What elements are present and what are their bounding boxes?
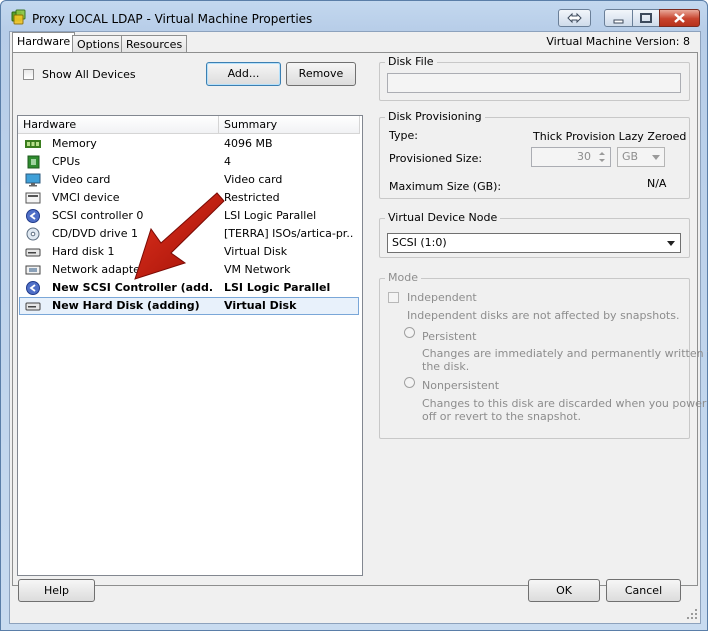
size-unit-value: GB bbox=[622, 150, 639, 163]
add-device-button[interactable]: Add... bbox=[206, 62, 281, 86]
nonpersistent-radio[interactable] bbox=[404, 377, 415, 388]
independent-description: Independent disks are not affected by sn… bbox=[407, 309, 680, 322]
cd-drive-icon bbox=[26, 227, 40, 241]
disk-file-path-field[interactable] bbox=[387, 73, 681, 93]
vsphere-app-icon bbox=[11, 9, 26, 25]
maximum-size-label: Maximum Size (GB): bbox=[389, 180, 502, 193]
hard-disk-icon bbox=[25, 302, 41, 311]
hardware-tab-panel: Show All Devices Add... Remove Hardware … bbox=[12, 52, 708, 586]
nonpersistent-label: Nonpersistent bbox=[422, 379, 500, 392]
ok-button[interactable]: OK bbox=[528, 579, 600, 602]
chevron-down-icon bbox=[652, 155, 660, 160]
show-all-devices-label: Show All Devices bbox=[42, 68, 136, 81]
tab-options[interactable]: Options bbox=[72, 35, 125, 53]
vmci-icon bbox=[25, 192, 41, 204]
column-header-hardware[interactable]: Hardware bbox=[18, 116, 219, 134]
help-button[interactable]: Help bbox=[18, 579, 95, 602]
remove-device-button[interactable]: Remove bbox=[286, 62, 356, 86]
disk-provisioning-title: Disk Provisioning bbox=[385, 110, 485, 123]
show-all-devices-checkbox[interactable] bbox=[23, 69, 34, 80]
double-arrow-icon bbox=[567, 12, 582, 24]
resize-grip-icon[interactable] bbox=[686, 608, 698, 620]
persistent-radio[interactable] bbox=[404, 327, 415, 338]
memory-icon bbox=[25, 140, 41, 148]
virtual-device-node-group: Virtual Device Node SCSI (1:0) bbox=[379, 211, 690, 258]
minimize-icon bbox=[613, 19, 624, 24]
persistent-description-line2: the disk. bbox=[422, 360, 470, 373]
maximize-button[interactable] bbox=[632, 9, 660, 27]
title-bar[interactable]: Proxy LOCAL LDAP - Virtual Machine Prope… bbox=[1, 1, 707, 31]
persistent-label: Persistent bbox=[422, 330, 477, 343]
vm-properties-window: Proxy LOCAL LDAP - Virtual Machine Prope… bbox=[0, 0, 708, 631]
disk-file-group: Disk File bbox=[379, 55, 690, 101]
window-switch-button[interactable] bbox=[558, 9, 591, 27]
device-row-cpus[interactable]: CPUs 4 bbox=[19, 153, 359, 171]
virtual-device-node-select[interactable]: SCSI (1:0) bbox=[387, 233, 681, 253]
provisioned-size-label: Provisioned Size: bbox=[389, 152, 483, 165]
persistent-description-line1: Changes are immediately and permanently … bbox=[422, 347, 708, 360]
tab-resources[interactable]: Resources bbox=[121, 35, 188, 53]
mode-title: Mode bbox=[385, 271, 421, 284]
nonpersistent-description-line2: off or revert to the snapshot. bbox=[422, 410, 581, 423]
chevron-down-icon bbox=[667, 241, 675, 246]
provision-type-label: Type: bbox=[389, 129, 418, 142]
virtual-device-node-value: SCSI (1:0) bbox=[392, 236, 447, 249]
maximize-icon bbox=[640, 13, 652, 23]
cpu-icon bbox=[27, 155, 40, 169]
cancel-button[interactable]: Cancel bbox=[606, 579, 681, 602]
column-header-summary[interactable]: Summary bbox=[219, 116, 360, 134]
device-row-new-hard-disk[interactable]: New Hard Disk (adding) Virtual Disk bbox=[19, 297, 359, 315]
monitor-icon bbox=[25, 173, 41, 187]
scsi-controller-icon bbox=[26, 209, 40, 223]
hardware-device-list[interactable]: Hardware Summary Memory 4096 MB CPUs 4 V… bbox=[17, 115, 363, 576]
maximum-size-value: N/A bbox=[647, 177, 667, 190]
annotation-arrow-icon bbox=[134, 192, 225, 280]
tab-hardware[interactable]: Hardware bbox=[12, 32, 76, 53]
device-row-video-card[interactable]: Video card Video card bbox=[19, 171, 359, 189]
dialog-client: Hardware Options Resources Virtual Machi… bbox=[9, 31, 708, 624]
nonpersistent-description-line1: Changes to this disk are discarded when … bbox=[422, 397, 707, 410]
size-unit-select[interactable]: GB bbox=[617, 147, 665, 167]
provisioned-size-spinner[interactable] bbox=[594, 148, 610, 166]
scsi-controller-icon bbox=[26, 281, 40, 295]
hard-disk-icon bbox=[25, 248, 41, 257]
vm-version-label: Virtual Machine Version: 8 bbox=[546, 35, 690, 48]
close-button[interactable] bbox=[659, 9, 700, 27]
disk-file-title: Disk File bbox=[385, 55, 437, 68]
disk-provisioning-group: Disk Provisioning Type: Thick Provision … bbox=[379, 110, 690, 199]
mode-group: Mode Independent Independent disks are n… bbox=[379, 271, 708, 439]
independent-checkbox[interactable] bbox=[388, 292, 399, 303]
provision-type-value: Thick Provision Lazy Zeroed bbox=[533, 130, 687, 143]
network-adapter-icon bbox=[25, 265, 41, 275]
window-title: Proxy LOCAL LDAP - Virtual Machine Prope… bbox=[32, 12, 313, 26]
virtual-device-node-title: Virtual Device Node bbox=[385, 211, 501, 224]
independent-label: Independent bbox=[407, 291, 477, 304]
device-row-memory[interactable]: Memory 4096 MB bbox=[19, 135, 359, 153]
close-icon bbox=[674, 13, 685, 23]
spinner-arrows-icon bbox=[599, 152, 605, 162]
minimize-button[interactable] bbox=[604, 9, 633, 27]
